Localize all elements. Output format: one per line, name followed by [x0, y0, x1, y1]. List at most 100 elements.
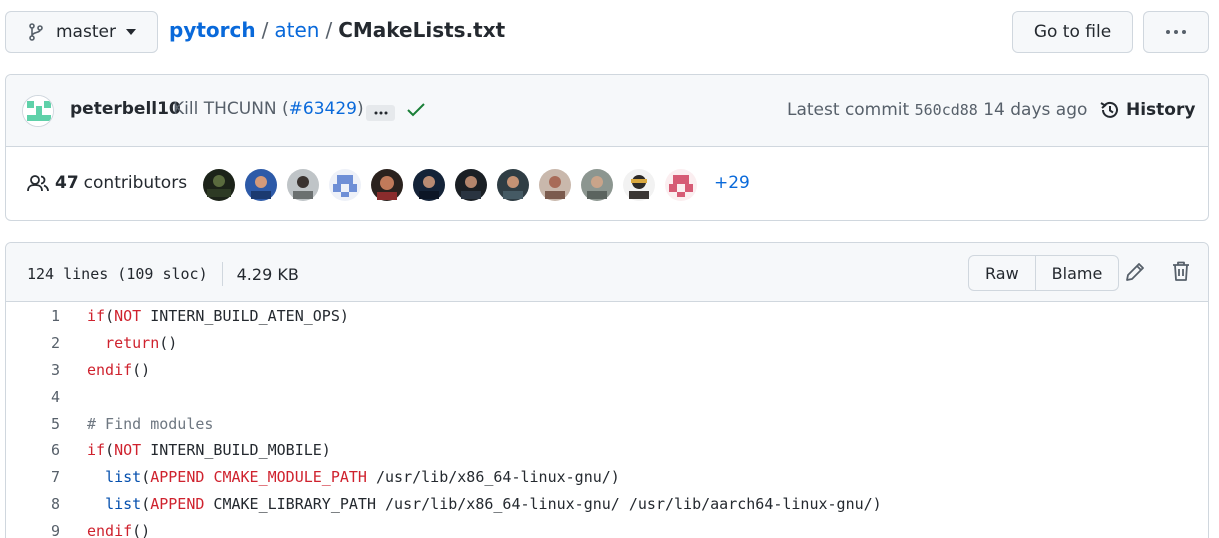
- file-viewer: 124 lines (109 sloc) 4.29 KB Raw Blame 1…: [5, 242, 1209, 538]
- line-number[interactable]: 5: [6, 415, 60, 433]
- line-number[interactable]: 6: [6, 441, 60, 459]
- line-number[interactable]: 4: [6, 388, 60, 406]
- contributors-row: 47 contributors +29: [6, 147, 1208, 220]
- latest-commit-row: peterbell10 Kill THCUNN (#63429) Latest …: [6, 75, 1208, 147]
- breadcrumb-separator: /: [261, 18, 269, 42]
- code-line: 5 # Find modules: [6, 410, 1208, 437]
- file-view-buttons: Raw Blame: [968, 255, 1120, 291]
- breadcrumb-dir-link[interactable]: aten: [274, 18, 319, 42]
- code-line: 2 return(): [6, 330, 1208, 357]
- code-line: 3 endif(): [6, 357, 1208, 384]
- file-size: 4.29 KB: [236, 264, 299, 284]
- code-token: (: [105, 307, 115, 326]
- raw-button[interactable]: Raw: [969, 256, 1035, 290]
- contributor-avatar[interactable]: [665, 169, 697, 201]
- contributor-avatar[interactable]: [413, 169, 445, 201]
- kebab-horizontal-icon: [1166, 30, 1186, 34]
- file-info: 124 lines (109 sloc) 4.29 KB: [27, 262, 299, 286]
- line-number[interactable]: 8: [6, 495, 60, 513]
- code-token: (: [141, 468, 151, 487]
- code-line: 9 endif(): [6, 517, 1208, 538]
- file-info-divider: [221, 262, 223, 286]
- code-token: (: [105, 441, 115, 460]
- code-token: list: [105, 494, 142, 513]
- code-line: 7 list(APPEND CMAKE_MODULE_PATH /usr/lib…: [6, 464, 1208, 491]
- code-line: 6 if(NOT INTERN_BUILD_MOBILE): [6, 437, 1208, 464]
- latest-commit-label: Latest commit: [787, 100, 910, 120]
- check-status-icon[interactable]: [407, 103, 425, 117]
- code-token: CMAKE_MODULE_PATH: [213, 468, 367, 487]
- commit-message-text[interactable]: Kill THCUNN (: [173, 99, 289, 119]
- contributor-avatar[interactable]: [581, 169, 613, 201]
- contributor-avatar[interactable]: [455, 169, 487, 201]
- line-number[interactable]: 3: [6, 361, 60, 379]
- line-source: # Find modules: [60, 415, 213, 433]
- contributor-avatar[interactable]: [203, 169, 235, 201]
- blame-button[interactable]: Blame: [1034, 256, 1119, 290]
- code-token: APPEND: [150, 494, 205, 513]
- breadcrumb: pytorch / aten / CMakeLists.txt: [169, 18, 505, 42]
- expand-commit-message-button[interactable]: [366, 105, 395, 121]
- code-token: (): [132, 360, 151, 379]
- contributor-avatar[interactable]: [287, 169, 319, 201]
- code-token: (): [159, 334, 178, 353]
- caret-down-icon: [125, 29, 136, 35]
- git-branch-icon: [29, 23, 43, 41]
- breadcrumb-separator: /: [325, 18, 333, 42]
- contributor-avatar[interactable]: [371, 169, 403, 201]
- history-icon: [1100, 101, 1118, 118]
- pencil-icon[interactable]: [1124, 261, 1146, 283]
- line-source: if(NOT INTERN_BUILD_ATEN_OPS): [60, 307, 349, 325]
- contributor-avatar[interactable]: [539, 169, 571, 201]
- line-number[interactable]: 9: [6, 522, 60, 538]
- code-line: 1 if(NOT INTERN_BUILD_ATEN_OPS): [6, 303, 1208, 330]
- branch-select-button[interactable]: master: [5, 11, 158, 53]
- trash-icon[interactable]: [1171, 260, 1191, 282]
- contributors-link[interactable]: 47 contributors: [27, 173, 187, 193]
- code-token: (: [141, 494, 151, 513]
- line-source: return(): [60, 334, 177, 352]
- code-token: if: [87, 307, 106, 326]
- code-token: INTERN_BUILD_MOBILE): [141, 441, 331, 460]
- go-to-file-button[interactable]: Go to file: [1012, 11, 1133, 53]
- more-contributors-link[interactable]: +29: [714, 173, 750, 193]
- code-line: 8 list(APPEND CMAKE_LIBRARY_PATH /usr/li…: [6, 491, 1208, 518]
- code-token: endif: [87, 360, 133, 379]
- code-token: list: [105, 468, 142, 487]
- contributor-avatar[interactable]: [329, 169, 361, 201]
- line-source: if(NOT INTERN_BUILD_MOBILE): [60, 441, 331, 459]
- author-avatar[interactable]: [22, 95, 54, 127]
- code-token: APPEND: [150, 468, 205, 487]
- more-options-button[interactable]: [1143, 11, 1209, 53]
- latest-commit-box: peterbell10 Kill THCUNN (#63429) Latest …: [5, 74, 1209, 221]
- commit-message-suffix: ): [357, 99, 364, 119]
- line-number[interactable]: 2: [6, 334, 60, 352]
- commit-message[interactable]: Kill THCUNN (#63429): [173, 99, 364, 119]
- code-token: if: [87, 441, 106, 460]
- contributor-avatar[interactable]: [497, 169, 529, 201]
- commit-age: 14 days ago: [983, 100, 1088, 120]
- code-view: 1 if(NOT INTERN_BUILD_ATEN_OPS) 2 return()…: [6, 303, 1208, 538]
- breadcrumb-file-name: CMakeLists.txt: [338, 18, 506, 42]
- line-source: endif(): [60, 361, 150, 379]
- history-link[interactable]: History: [1099, 99, 1195, 121]
- code-token: NOT: [114, 307, 142, 326]
- line-source: list(APPEND CMAKE_MODULE_PATH /usr/lib/x…: [60, 468, 620, 486]
- commit-sha-link[interactable]: 560cd88: [915, 101, 978, 119]
- line-number[interactable]: 1: [6, 307, 60, 325]
- breadcrumb-repo-link[interactable]: pytorch: [169, 18, 256, 42]
- commit-pr-link[interactable]: #63429: [289, 99, 357, 119]
- code-line: 4: [6, 383, 1208, 410]
- contributors-label: contributors: [83, 173, 188, 193]
- contributors-count: 47: [55, 173, 79, 193]
- code-token: INTERN_BUILD_ATEN_OPS): [141, 307, 349, 326]
- contributor-avatar[interactable]: [623, 169, 655, 201]
- commit-author-link[interactable]: peterbell10: [70, 99, 181, 119]
- code-token: (): [132, 521, 151, 538]
- line-number[interactable]: 7: [6, 468, 60, 486]
- code-token: CMAKE_LIBRARY_PATH /usr/lib/x86_64-linux…: [204, 494, 882, 513]
- code-token: /usr/lib/x86_64-linux-gnu/): [366, 468, 620, 487]
- contributor-avatar[interactable]: [245, 169, 277, 201]
